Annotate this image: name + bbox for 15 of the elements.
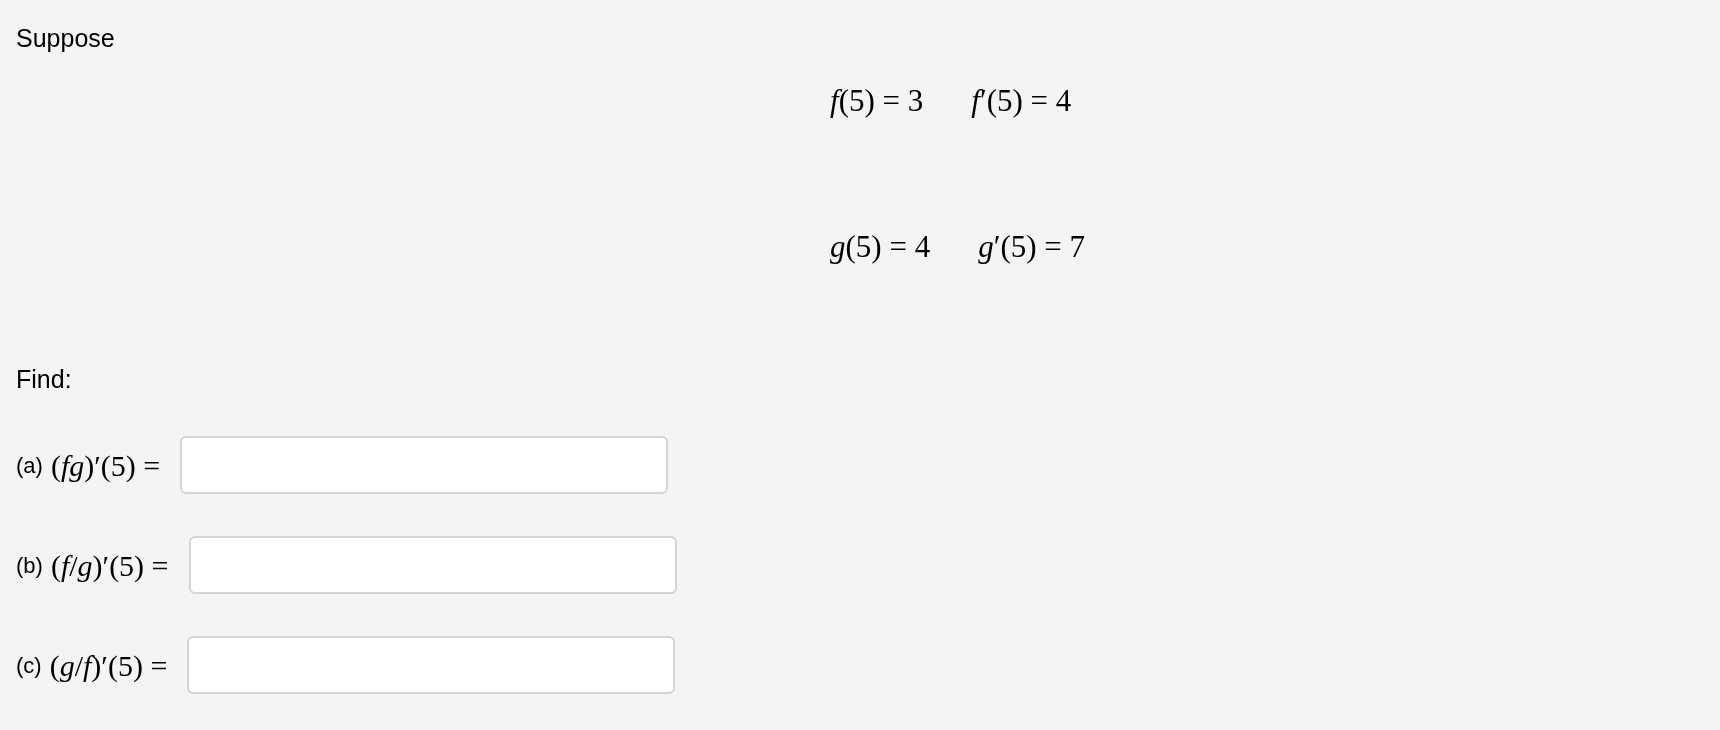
question-label: (c) — [16, 651, 42, 680]
question-expression: (fg)′(5) = — [50, 447, 161, 484]
given-equation: g(5) = 4 — [830, 228, 931, 266]
find-text: Find: — [16, 363, 72, 395]
given-equation: g′(5) = 7 — [978, 228, 1086, 266]
intro-text: Suppose — [16, 23, 115, 54]
question-expression: (g/f)′(5) = — [49, 647, 168, 684]
answer-field[interactable] — [187, 636, 676, 694]
answer-field[interactable] — [188, 536, 677, 594]
answer-field[interactable] — [180, 436, 669, 494]
question-label: (a) — [16, 451, 43, 480]
question-label: (b) — [16, 551, 43, 580]
given-equation: f′(5) = 4 — [971, 81, 1072, 120]
question-expression: (f/g)′(5) = — [50, 547, 169, 584]
given-equation: f(5) = 3 — [830, 81, 924, 120]
